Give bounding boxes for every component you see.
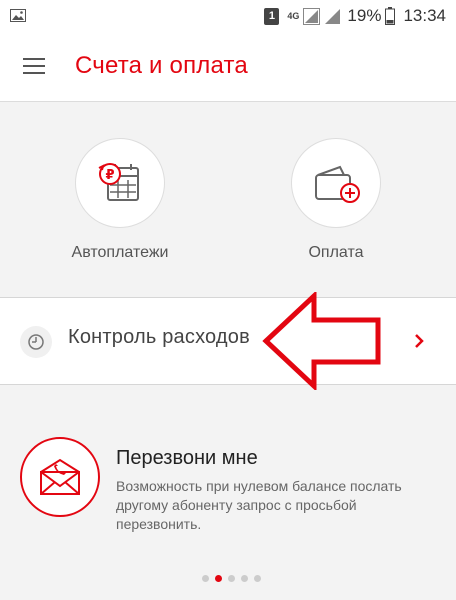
expense-control-label: Контроль расходов [68, 326, 250, 348]
payment-circle [291, 138, 381, 228]
auto-payment-calendar-icon: ₽ [98, 163, 139, 201]
quick-actions: ₽ Автоплатежи Оплата [0, 102, 456, 297]
autopayments-circle: ₽ [75, 138, 165, 228]
clock-time: 13:34 [403, 6, 446, 25]
envelope-phone-icon [40, 458, 80, 495]
hamburger-menu-icon[interactable] [23, 58, 45, 76]
wallet-add-icon [315, 165, 360, 203]
status-icons: 1 4G 19% 13:34 [264, 6, 446, 26]
battery-icon [385, 7, 396, 25]
svg-text:₽: ₽ [105, 168, 114, 183]
expense-control-row[interactable]: Контроль расходов [0, 297, 456, 385]
payment-button[interactable]: Оплата [276, 138, 396, 262]
callback-promo-card[interactable]: Перезвони мне Возможность при нулевом ба… [0, 385, 456, 600]
network-type: 4G [287, 10, 300, 21]
promo-title: Перезвони мне [116, 447, 258, 469]
promo-description: Возможность при нулевом балансе послать … [116, 478, 402, 532]
pager-dot[interactable] [202, 575, 209, 582]
autopayments-label: Автоплатежи [71, 244, 169, 261]
chevron-right-icon [415, 334, 424, 348]
payment-label: Оплата [308, 244, 364, 261]
pager-dot[interactable] [228, 575, 235, 582]
pager-dots [202, 575, 261, 582]
image-notification-icon [10, 9, 26, 22]
signal-icon [303, 7, 321, 25]
status-bar: 1 4G 19% 13:34 [0, 0, 456, 32]
promo-icon-circle [20, 437, 100, 517]
battery-percent: 19% [347, 6, 382, 25]
pager-dot[interactable] [215, 575, 222, 582]
sim-badge: 1 [264, 7, 280, 25]
pager-dot[interactable] [254, 575, 261, 582]
autopayments-button[interactable]: ₽ Автоплатежи [60, 138, 180, 262]
clock-icon [20, 326, 52, 358]
pager-dot[interactable] [241, 575, 248, 582]
signal-icon-secondary [325, 8, 341, 24]
app-bar: Счета и оплата [0, 32, 456, 102]
page-title: Счета и оплата [75, 52, 248, 79]
